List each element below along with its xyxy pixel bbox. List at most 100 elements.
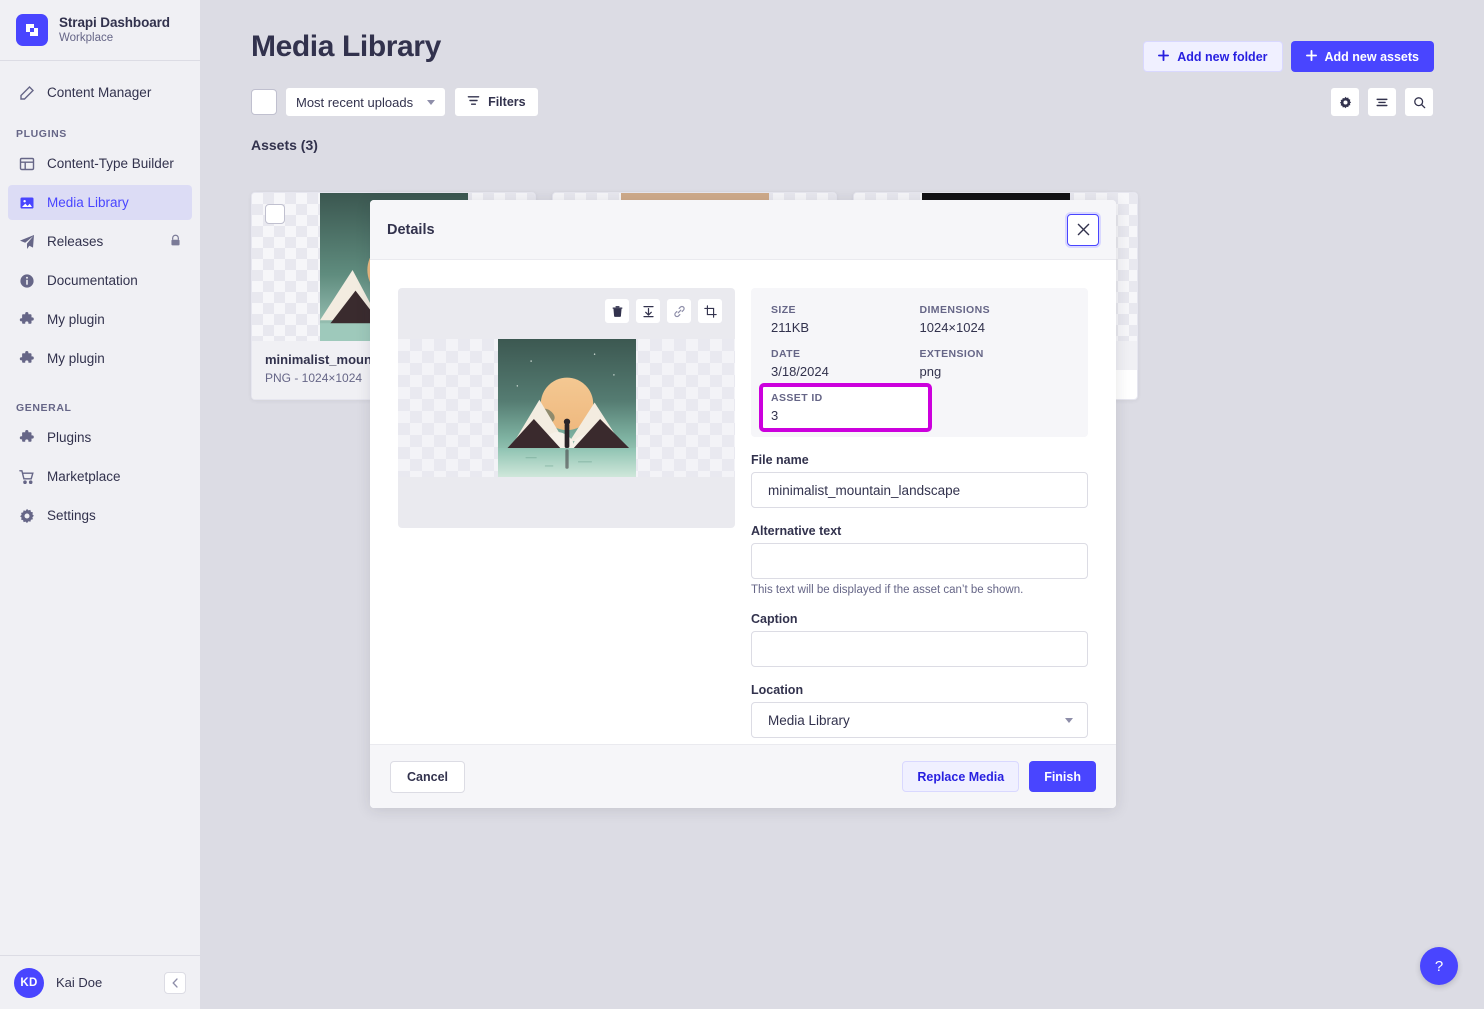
close-icon[interactable] (1067, 213, 1099, 246)
puzzle-icon (18, 429, 35, 446)
meta-value: 3/18/2024 (771, 364, 829, 379)
help-button[interactable]: ? (1420, 947, 1458, 985)
meta-key: EXTENSION (919, 348, 984, 360)
sidebar-item-content-manager[interactable]: Content Manager (8, 75, 192, 110)
sidebar-item-plugins[interactable]: Plugins (8, 420, 192, 455)
layout-icon (18, 155, 35, 172)
sidebar: Strapi Dashboard Workplace Content Manag… (0, 0, 201, 1009)
details-modal: Details SIZE 211KB DIMENSIONS 1024×1024 … (370, 200, 1116, 808)
alternative-text-hint: This text will be displayed if the asset… (751, 584, 1024, 596)
info-icon (18, 272, 35, 289)
toolbar: Most recent uploads Filters (201, 72, 1484, 117)
sidebar-item-documentation[interactable]: Documentation (8, 263, 192, 298)
header-actions: Add new folder Add new assets (1143, 30, 1434, 72)
sidebar-plugins-section: PLUGINS Content-Type Builder Media Libra… (0, 114, 200, 380)
sidebar-item-label: Settings (47, 508, 96, 523)
sidebar-item-media-library[interactable]: Media Library (8, 185, 192, 220)
link-icon[interactable] (666, 298, 692, 324)
add-new-assets-button[interactable]: Add new assets (1290, 41, 1434, 72)
asset-checkbox[interactable] (265, 204, 285, 224)
finish-button[interactable]: Finish (1029, 761, 1096, 792)
asset-metadata-box: SIZE 211KB DIMENSIONS 1024×1024 DATE 3/1… (751, 288, 1088, 437)
gear-icon (18, 507, 35, 524)
meta-key: SIZE (771, 304, 796, 316)
select-all-checkbox[interactable] (251, 89, 277, 115)
location-select[interactable]: Media Library (751, 702, 1088, 738)
file-name-field: File name (751, 453, 1088, 508)
location-label: Location (751, 683, 804, 697)
sidebar-item-label: Documentation (47, 273, 138, 288)
sidebar-item-releases[interactable]: Releases (8, 224, 192, 259)
sidebar-item-content-type-builder[interactable]: Content-Type Builder (8, 146, 192, 181)
sort-select[interactable]: Most recent uploads (285, 87, 447, 117)
assets-section-label: Assets (3) (251, 137, 318, 153)
sidebar-item-label: Content-Type Builder (47, 156, 174, 171)
preview-checkerboard (398, 339, 735, 477)
modal-footer-right: Replace Media Finish (902, 761, 1096, 792)
page-title: Media Library (251, 30, 441, 63)
image-icon (18, 194, 35, 211)
sidebar-item-marketplace[interactable]: Marketplace (8, 459, 192, 494)
modal-footer: Cancel Replace Media Finish (370, 744, 1116, 808)
crop-icon[interactable] (697, 298, 723, 324)
alternative-text-input[interactable] (751, 543, 1088, 579)
replace-media-button[interactable]: Replace Media (902, 761, 1020, 792)
meta-value: 1024×1024 (919, 320, 985, 335)
question-mark-icon: ? (1434, 957, 1444, 975)
lock-icon (169, 234, 182, 250)
asset-preview-pane (398, 288, 735, 528)
modal-title: Details (387, 221, 435, 238)
delete-icon[interactable] (604, 298, 630, 324)
meta-extension: EXTENSION png (920, 348, 1069, 379)
avatar: KD (14, 967, 44, 998)
cancel-button[interactable]: Cancel (390, 760, 465, 793)
sidebar-general-section: GENERAL Plugins Marketplace Settings (0, 380, 200, 537)
puzzle-icon (18, 311, 35, 328)
sidebar-section-label-general: GENERAL (16, 402, 72, 414)
sort-select-value: Most recent uploads (296, 94, 414, 110)
sidebar-user-row[interactable]: KD Kai Doe (0, 955, 200, 1009)
meta-value: png (919, 364, 942, 379)
file-name-input[interactable] (751, 472, 1088, 508)
chevron-down-icon (427, 99, 436, 105)
filters-button[interactable]: Filters (454, 87, 539, 117)
preview-toolbar (604, 298, 723, 324)
strapi-logo-icon (16, 14, 48, 46)
gear-icon[interactable] (1330, 87, 1360, 117)
sidebar-item-label: Media Library (47, 195, 129, 210)
caption-input[interactable] (751, 631, 1088, 667)
modal-header: Details (370, 200, 1116, 260)
add-new-folder-button[interactable]: Add new folder (1143, 41, 1283, 72)
paper-plane-icon (18, 233, 35, 250)
plus-icon (1305, 49, 1317, 64)
cart-icon (18, 468, 35, 485)
asset-preview-image (497, 339, 636, 477)
caption-field: Caption (751, 612, 1088, 667)
list-view-icon[interactable] (1367, 87, 1397, 117)
chevron-down-icon (1065, 717, 1073, 723)
chevron-left-icon[interactable] (164, 971, 186, 994)
download-icon[interactable] (635, 298, 661, 324)
meta-value: 3 (771, 408, 779, 423)
meta-value: 211KB (771, 320, 810, 335)
alternative-text-label: Alternative text (751, 524, 842, 538)
add-new-folder-label: Add new folder (1177, 49, 1268, 64)
location-field: Location Media Library (751, 683, 1088, 738)
sidebar-item-label: My plugin (47, 351, 105, 366)
search-icon[interactable] (1404, 87, 1434, 117)
user-name: Kai Doe (56, 975, 103, 990)
plus-icon (1158, 49, 1170, 64)
asset-info-pane: SIZE 211KB DIMENSIONS 1024×1024 DATE 3/1… (751, 288, 1088, 744)
sidebar-item-settings[interactable]: Settings (8, 498, 192, 533)
page-header: Media Library Add new folder Add new ass… (201, 0, 1484, 72)
sidebar-section-label-plugins: PLUGINS (16, 128, 67, 140)
sidebar-item-my-plugin-1[interactable]: My plugin (8, 302, 192, 337)
brand-subtitle: Workplace (59, 32, 114, 45)
sidebar-item-label: My plugin (47, 312, 105, 327)
meta-dimensions: DIMENSIONS 1024×1024 (920, 304, 1069, 335)
meta-key: DATE (771, 348, 801, 360)
brand-header[interactable]: Strapi Dashboard Workplace (0, 0, 200, 61)
add-new-assets-label: Add new assets (1324, 49, 1419, 64)
meta-asset-id: ASSET ID 3 (759, 383, 932, 432)
sidebar-item-my-plugin-2[interactable]: My plugin (8, 341, 192, 376)
